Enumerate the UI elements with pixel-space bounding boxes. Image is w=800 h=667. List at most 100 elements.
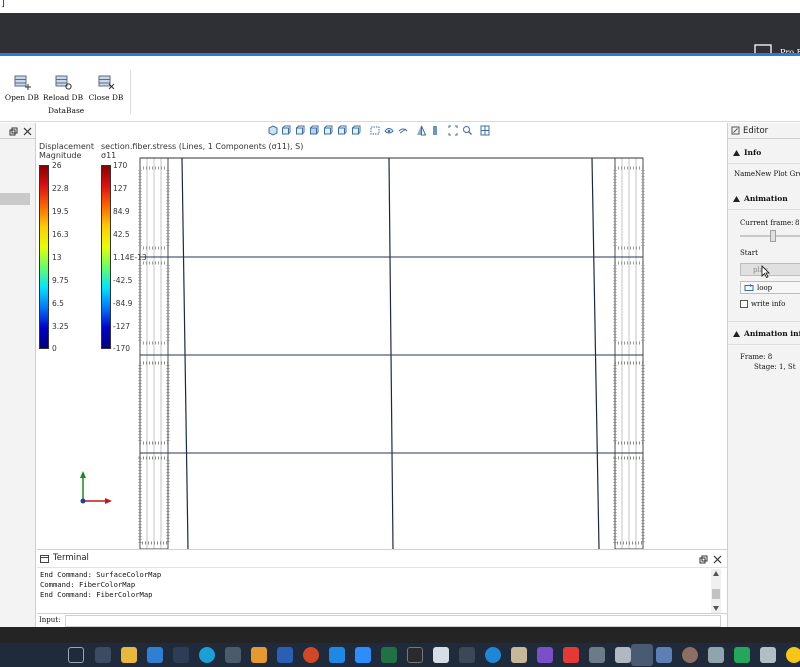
file-explorer-icon[interactable] <box>121 647 137 663</box>
mouse-cursor-icon <box>761 265 770 278</box>
matlab-icon[interactable] <box>511 647 527 663</box>
ribbon-toolbar: Open DB Reload DB Close DB DataBase <box>0 56 800 122</box>
scroll-thumb[interactable] <box>712 589 720 599</box>
scroll-down-icon[interactable] <box>713 606 719 611</box>
wechat-icon[interactable] <box>734 647 750 663</box>
zoom-meeting-icon[interactable] <box>355 647 371 663</box>
database-add-icon <box>14 75 31 90</box>
left-panel-header <box>0 123 35 139</box>
restore-icon[interactable] <box>9 127 18 136</box>
terminal-panel: Terminal End Command: SurfaceColorMap Co… <box>37 549 727 627</box>
axis-triad <box>80 471 112 504</box>
left-fiber-column <box>138 157 170 549</box>
write-info-label: write info <box>751 300 786 308</box>
animation-info-top-separator <box>728 321 800 322</box>
top-strip: ] <box>0 0 800 13</box>
browser-app-icon[interactable] <box>485 647 501 663</box>
start-label: Start <box>740 249 758 257</box>
close-icon[interactable] <box>713 555 722 564</box>
app-window: ] Pro F Open DB Reload DB Close DB DataB… <box>0 0 800 667</box>
window-bottom-edge <box>0 627 800 643</box>
loop-button[interactable]: loop <box>740 281 800 294</box>
excel-icon[interactable] <box>381 647 397 663</box>
cloud-app-icon[interactable] <box>760 647 776 663</box>
open-db-label: Open DB <box>4 93 40 102</box>
terminal-output: End Command: SurfaceColorMap Command: Fi… <box>40 570 161 600</box>
collapse-arrow-icon[interactable] <box>733 331 740 337</box>
terminal-line: End Command: SurfaceColorMap <box>40 570 162 579</box>
info-section-title[interactable]: Info <box>744 148 761 157</box>
os-taskbar <box>0 643 800 667</box>
terminal-title: Terminal <box>53 553 89 563</box>
settings-gear-icon[interactable] <box>225 647 241 663</box>
terminal-header: Terminal <box>37 550 727 568</box>
edge-browser-icon[interactable] <box>199 647 215 663</box>
left-panel <box>0 123 36 627</box>
terminal-input[interactable] <box>65 615 721 627</box>
avatar-icon[interactable] <box>682 647 698 663</box>
animation-separator <box>728 209 800 210</box>
reload-db-label: Reload DB <box>42 93 84 102</box>
editor-icon <box>731 126 740 135</box>
active-app-icon[interactable] <box>631 644 653 666</box>
terminal-line: Command: FiberColorMap <box>40 580 136 589</box>
current-frame-value: 8 <box>795 219 800 227</box>
close-db-button[interactable]: Close DB <box>84 74 128 102</box>
visual-studio-icon[interactable] <box>537 647 553 663</box>
top-strip-glyph: ] <box>1 0 5 9</box>
lightning-app-icon[interactable] <box>173 647 189 663</box>
reload-db-button[interactable]: Reload DB <box>41 74 85 102</box>
animation-section-title[interactable]: Animation <box>744 194 788 203</box>
notepad-icon[interactable] <box>433 647 449 663</box>
animation-info-section-title[interactable]: Animation inf <box>744 329 800 338</box>
powerpoint-icon[interactable] <box>303 647 319 663</box>
tray-app-icon[interactable] <box>786 647 800 663</box>
selected-tree-item[interactable] <box>0 193 30 205</box>
terminal-app-icon[interactable] <box>407 647 423 663</box>
right-fiber-column <box>613 157 645 549</box>
scroll-up-icon[interactable] <box>713 571 719 576</box>
task-view-icon[interactable] <box>68 647 84 663</box>
widgets-icon[interactable] <box>95 647 111 663</box>
loop-icon <box>744 283 754 291</box>
close-icon[interactable] <box>23 127 32 136</box>
current-frame-label: Current frame: <box>740 219 794 227</box>
editor-panel-header: Editor <box>728 123 800 139</box>
calculator-icon[interactable] <box>708 647 724 663</box>
close-db-label: Close DB <box>88 93 124 102</box>
sublime-icon[interactable] <box>251 647 267 663</box>
ribbon-group-separator <box>130 70 131 114</box>
play-button[interactable]: play <box>740 263 800 276</box>
visio-icon[interactable] <box>329 647 345 663</box>
restore-icon[interactable] <box>699 555 708 564</box>
terminal-line: End Command: FiberColorMap <box>40 590 153 599</box>
collapse-arrow-icon[interactable] <box>733 150 740 156</box>
editor-title: Editor <box>743 125 769 136</box>
terminal-input-label: Input: <box>39 616 61 624</box>
pdf-reader-icon[interactable] <box>563 647 579 663</box>
terminal-scrollbar[interactable] <box>711 569 721 613</box>
write-info-checkbox[interactable] <box>740 300 748 308</box>
name-label: Name <box>734 170 756 178</box>
viewport-3d[interactable]: Displacement Magnitude 26 22.8 19.5 16.3… <box>37 123 727 549</box>
network-app-icon[interactable] <box>656 647 672 663</box>
structure-frame-drawing[interactable] <box>37 123 727 549</box>
database-reload-icon <box>55 75 72 90</box>
tools-icon[interactable] <box>589 647 605 663</box>
ribbon-group-label: DataBase <box>48 106 85 115</box>
loop-label: loop <box>757 283 773 292</box>
open-db-button[interactable]: Open DB <box>0 74 44 102</box>
search-app-icon[interactable] <box>459 647 475 663</box>
info-separator <box>728 163 800 164</box>
name-value[interactable]: New Plot Gro <box>755 170 800 178</box>
frame-slider-handle[interactable] <box>770 230 776 242</box>
title-bar: Pro F <box>0 13 800 58</box>
collapse-arrow-icon[interactable] <box>733 196 740 202</box>
mail-icon[interactable] <box>147 647 163 663</box>
editor-panel: Editor Info Name New Plot Gro Animation … <box>727 123 800 627</box>
archive-icon[interactable] <box>615 647 631 663</box>
animation-info-separator <box>728 344 800 345</box>
frame-columns <box>181 157 600 549</box>
word-icon[interactable] <box>277 647 293 663</box>
database-close-icon <box>98 75 115 90</box>
